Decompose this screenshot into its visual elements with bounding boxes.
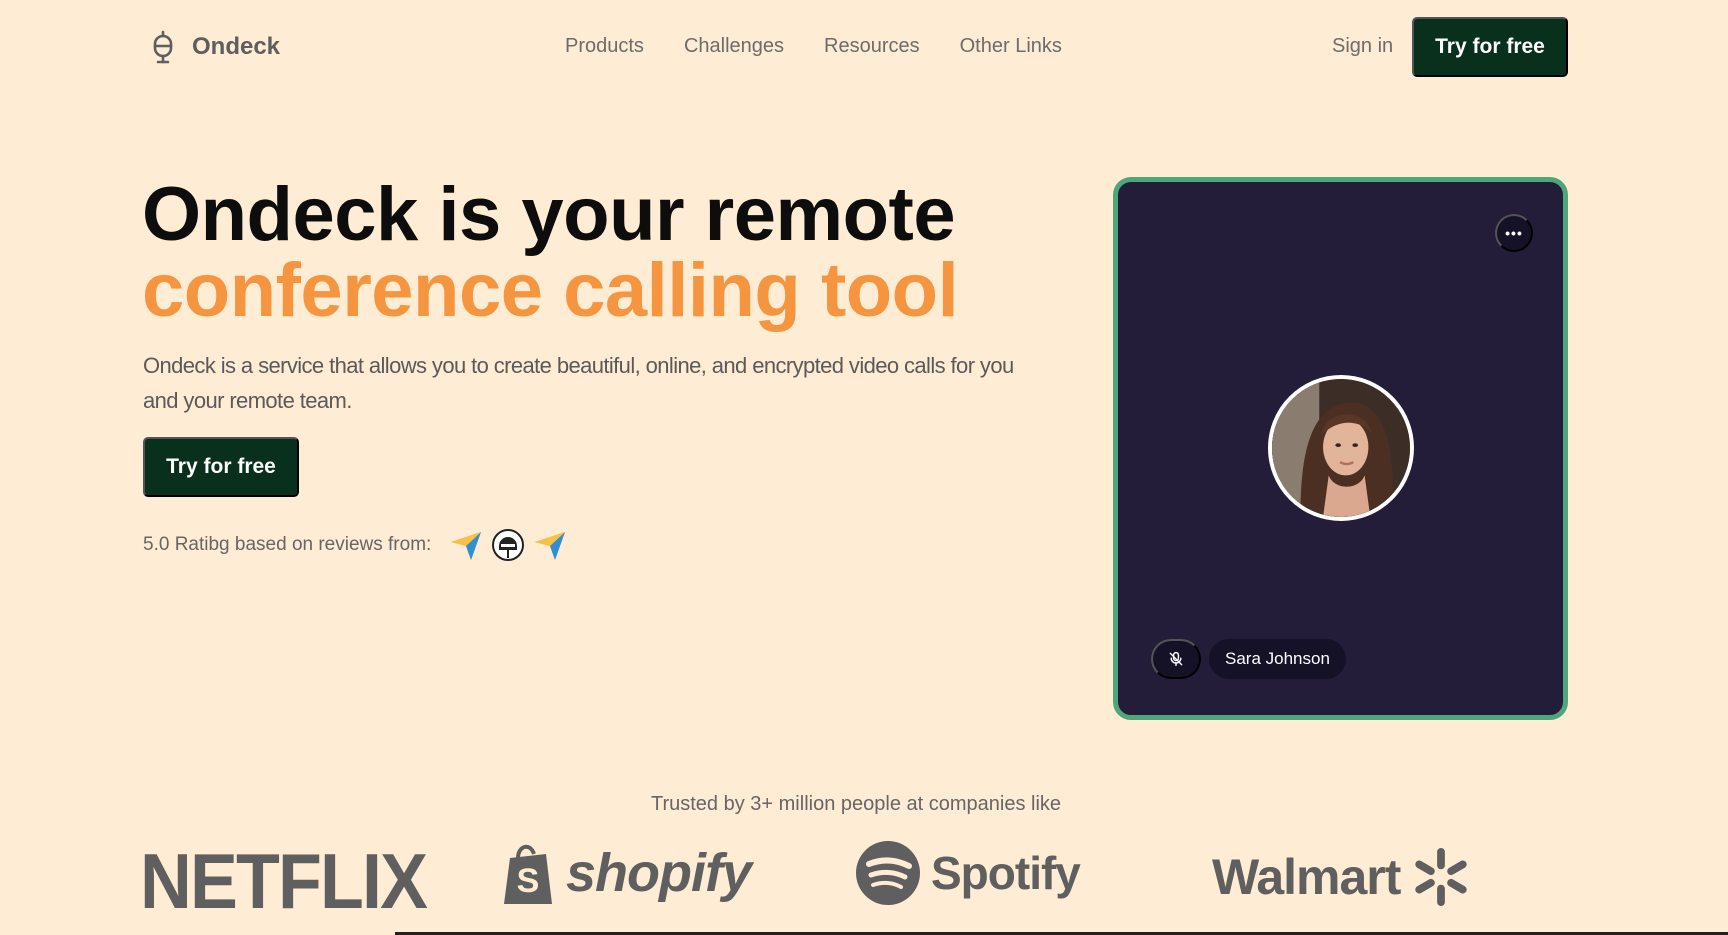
helmet-review-logo-icon [492,529,525,561]
microphone-logo-icon [153,30,173,64]
nav-link-resources[interactable]: Resources [824,35,920,58]
mic-muted-button[interactable] [1151,639,1201,679]
netflix-logo: NETFLIX [140,837,428,925]
shopify-wordmark: shopify [566,843,752,903]
try-for-free-hero-button[interactable]: Try for free [143,437,299,497]
hero-title-line2: conference calling tool [142,248,959,333]
video-call-card: ••• Sara Johnson [1113,177,1568,720]
nav-link-other-links[interactable]: Other Links [960,35,1062,58]
brand-logo[interactable]: Ondeck [146,28,280,66]
arrow-review-logo-icon [451,532,482,560]
participant-avatar [1268,375,1414,521]
rating-row: 5.0 Ratibg based on reviews from: [143,528,567,562]
top-nav: Ondeck Products Challenges Resources Oth… [0,0,1728,95]
nav-link-challenges[interactable]: Challenges [684,35,784,58]
try-for-free-nav-button[interactable]: Try for free [1412,17,1568,77]
spotify-wordmark: Spotify [931,847,1081,899]
brand-name: Ondeck [192,33,281,60]
walmart-wordmark: Walmart [1212,849,1401,905]
landing-page: Ondeck Products Challenges Resources Oth… [0,0,1728,935]
trusted-by-text: Trusted by 3+ million people at companie… [650,793,1062,815]
company-logos: NETFLIX S shopify Spotify Walmart [0,832,1728,932]
walmart-spark-icon [1415,847,1468,907]
svg-text:S: S [517,862,540,900]
walmart-logo: Walmart [1212,846,1472,908]
spotify-circle-icon [856,841,920,905]
mic-off-icon [1169,651,1183,667]
sign-in-link[interactable]: Sign in [1332,35,1393,58]
participant-photo [1272,379,1410,517]
more-options-button[interactable]: ••• [1495,214,1533,252]
participant-name-tag: Sara Johnson [1209,639,1346,679]
spotify-logo: Spotify [855,840,1081,906]
nav-links: Products Challenges Resources Other Link… [565,35,1062,58]
review-logos [449,528,567,562]
hero-description: Ondeck is a service that allows you to c… [143,353,1014,413]
shopify-bag-icon: S [504,844,552,904]
hero-title-line1: Ondeck is your remote [142,172,956,257]
nav-link-products[interactable]: Products [565,35,644,58]
rating-text: 5.0 Ratibg based on reviews from: [143,534,432,555]
shopify-logo: S shopify [500,840,752,906]
hero-title: Ondeck is your remote conference calling… [142,177,1042,329]
arrow-review-logo-icon-2 [535,532,566,560]
